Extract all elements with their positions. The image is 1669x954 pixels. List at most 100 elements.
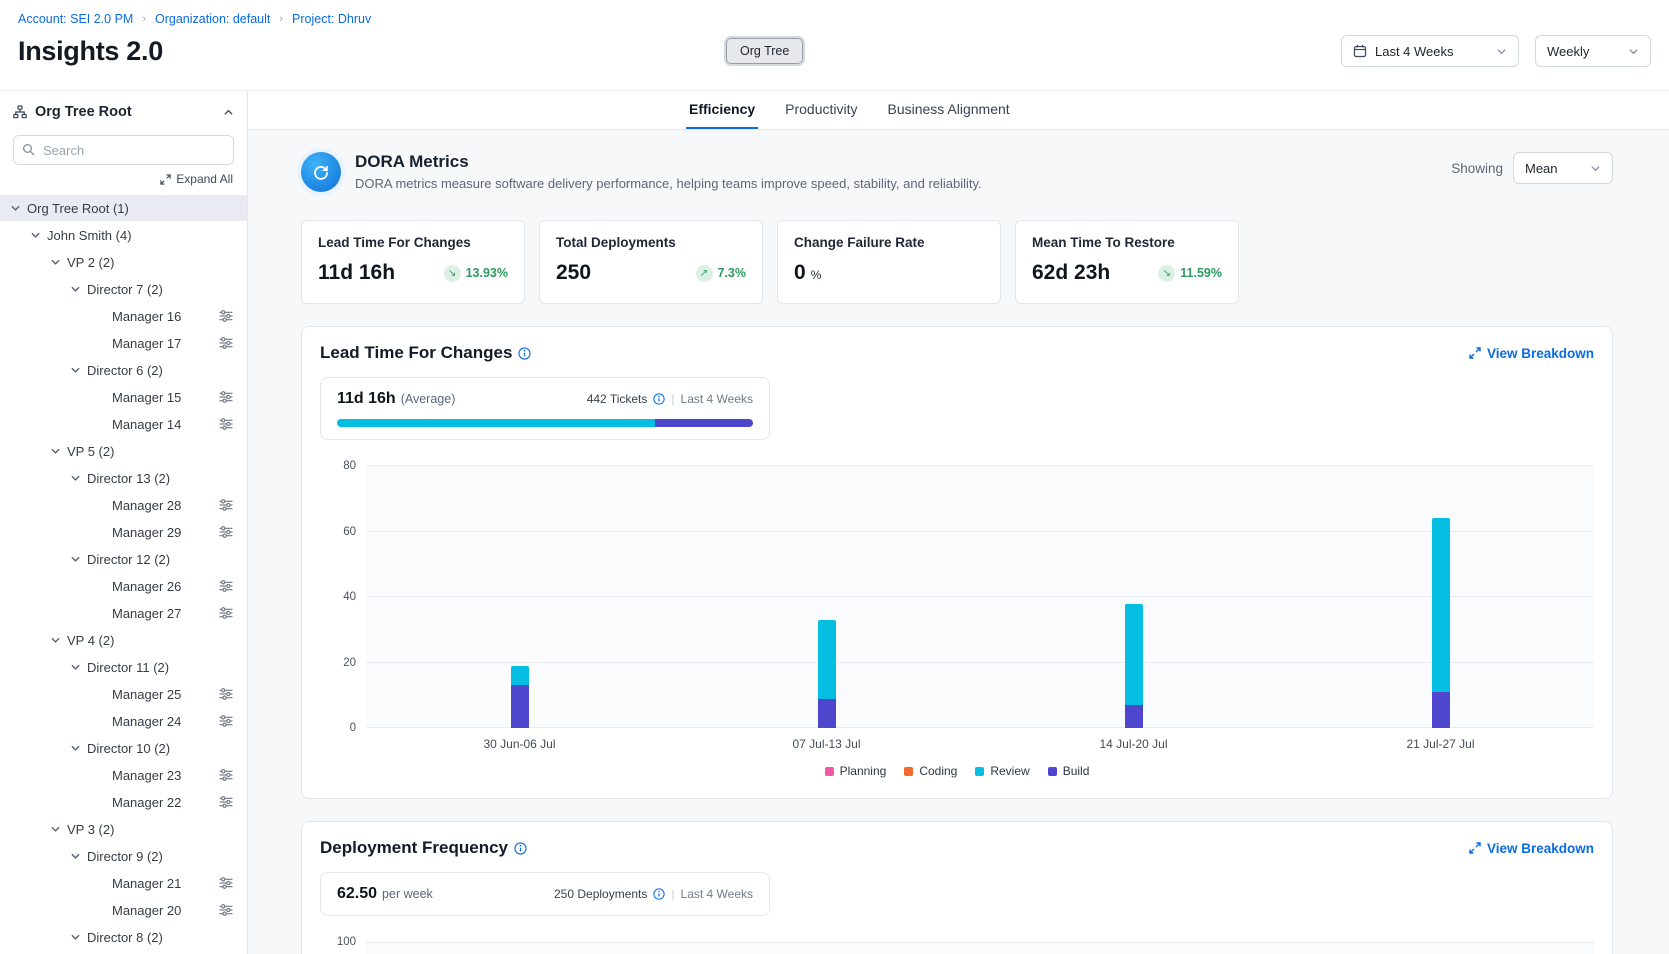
filter-icon[interactable] — [219, 769, 233, 781]
tree-node-manager-16[interactable]: Manager 16 — [0, 303, 247, 329]
stacked-bar-30-jun-06-jul[interactable] — [511, 466, 529, 728]
legend-item-build[interactable]: Build — [1048, 764, 1090, 778]
tree-node-director-13-2[interactable]: Director 13 (2) — [0, 465, 247, 491]
filter-icon[interactable] — [219, 796, 233, 808]
info-icon[interactable] — [514, 842, 527, 855]
chevron-down-icon[interactable] — [70, 743, 82, 754]
tree-node-director-9-2[interactable]: Director 9 (2) — [0, 843, 247, 869]
filter-icon[interactable] — [219, 310, 233, 322]
metric-value: 11d 16h — [318, 261, 395, 285]
tree-node-label: VP 3 (2) — [67, 822, 114, 837]
tree-node-manager-14[interactable]: Manager 14 — [0, 411, 247, 437]
tab-productivity[interactable]: Productivity — [782, 91, 860, 129]
tree-node-manager-25[interactable]: Manager 25 — [0, 681, 247, 707]
showing-select[interactable]: Mean — [1513, 152, 1613, 184]
date-range-select[interactable]: Last 4 Weeks — [1341, 35, 1519, 67]
tree-node-manager-23[interactable]: Manager 23 — [0, 762, 247, 788]
deployment-rate-value: 62.50 — [337, 885, 377, 903]
filter-icon[interactable] — [219, 526, 233, 538]
filter-icon[interactable] — [219, 715, 233, 727]
deployment-view-breakdown-button[interactable]: View Breakdown — [1469, 841, 1594, 856]
filter-icon[interactable] — [219, 607, 233, 619]
stacked-bar-14-jul-20-jul[interactable] — [1125, 466, 1143, 728]
tree-node-manager-21[interactable]: Manager 21 — [0, 870, 247, 896]
dora-sync-icon — [301, 152, 341, 192]
breadcrumb-link-account-sei-2-0-pm[interactable]: Account: SEI 2.0 PM — [18, 12, 133, 26]
chevron-down-icon[interactable] — [70, 932, 82, 943]
tree-node-vp-2-2[interactable]: VP 2 (2) — [0, 249, 247, 275]
trend-percent: 11.59% — [1180, 266, 1222, 280]
chevron-down-icon[interactable] — [70, 473, 82, 484]
chevron-down-icon[interactable] — [70, 554, 82, 565]
filter-icon[interactable] — [219, 877, 233, 889]
interval-value: Weekly — [1547, 44, 1620, 59]
chevron-down-icon[interactable] — [70, 851, 82, 862]
filter-icon[interactable] — [219, 391, 233, 403]
tree-node-john-smith-4[interactable]: John Smith (4) — [0, 222, 247, 248]
content: DORA Metrics DORA metrics measure softwa… — [248, 130, 1669, 954]
breadcrumb-link-project-dhruv[interactable]: Project: Dhruv — [292, 12, 371, 26]
legend-item-planning[interactable]: Planning — [825, 764, 887, 778]
chevron-down-icon[interactable] — [70, 365, 82, 376]
tree-node-org-tree-root-1[interactable]: Org Tree Root (1) — [0, 195, 247, 221]
stacked-bar-21-jul-27-jul[interactable] — [1432, 466, 1450, 728]
filter-icon[interactable] — [219, 688, 233, 700]
filter-icon[interactable] — [219, 499, 233, 511]
tree-node-manager-15[interactable]: Manager 15 — [0, 384, 247, 410]
metric-title: Mean Time To Restore — [1032, 235, 1222, 250]
tree-node-vp-3-2[interactable]: VP 3 (2) — [0, 816, 247, 842]
filter-icon[interactable] — [219, 580, 233, 592]
collapse-sidebar-chevron-icon[interactable] — [223, 107, 234, 118]
tree-node-director-8-2[interactable]: Director 8 (2) — [0, 924, 247, 950]
tree-node-manager-20[interactable]: Manager 20 — [0, 897, 247, 923]
expand-all-button[interactable]: Expand All — [160, 172, 233, 186]
gridline — [366, 942, 1594, 943]
tree-node-vp-4-2[interactable]: VP 4 (2) — [0, 627, 247, 653]
tree-node-director-6-2[interactable]: Director 6 (2) — [0, 357, 247, 383]
bar-segment-review — [511, 666, 529, 686]
tree-node-director-7-2[interactable]: Director 7 (2) — [0, 276, 247, 302]
tree-node-label: Manager 20 — [112, 903, 181, 918]
filter-icon[interactable] — [219, 418, 233, 430]
tree-node-manager-28[interactable]: Manager 28 — [0, 492, 247, 518]
tree-node-manager-22[interactable]: Manager 22 — [0, 789, 247, 815]
tree-node-manager-27[interactable]: Manager 27 — [0, 600, 247, 626]
chevron-down-icon[interactable] — [50, 446, 62, 457]
expand-all-label: Expand All — [176, 172, 233, 186]
tree-node-manager-17[interactable]: Manager 17 — [0, 330, 247, 356]
chevron-down-icon[interactable] — [50, 635, 62, 646]
dora-metric-cards: Lead Time For Changes11d 16h↘13.93%Total… — [301, 220, 1613, 304]
stacked-bar-07-jul-13-jul[interactable] — [818, 466, 836, 728]
chevron-down-icon[interactable] — [50, 824, 62, 835]
search-input[interactable] — [13, 135, 234, 165]
info-icon[interactable] — [653, 888, 665, 900]
chevron-down-icon[interactable] — [10, 203, 22, 214]
filter-icon[interactable] — [219, 904, 233, 916]
lead-time-plot: 020406080 — [366, 466, 1594, 728]
tree-node-vp-5-2[interactable]: VP 5 (2) — [0, 438, 247, 464]
info-icon[interactable] — [518, 347, 531, 360]
legend-item-review[interactable]: Review — [975, 764, 1029, 778]
tree-node-director-11-2[interactable]: Director 11 (2) — [0, 654, 247, 680]
tab-business-alignment[interactable]: Business Alignment — [885, 91, 1013, 129]
legend-item-coding[interactable]: Coding — [904, 764, 957, 778]
lead-time-view-breakdown-button[interactable]: View Breakdown — [1469, 346, 1594, 361]
chevron-down-icon[interactable] — [70, 284, 82, 295]
breadcrumb-link-organization-default[interactable]: Organization: default — [155, 12, 270, 26]
chevron-down-icon[interactable] — [50, 257, 62, 268]
trend-percent: 13.93% — [466, 266, 508, 280]
tree-node-director-12-2[interactable]: Director 12 (2) — [0, 546, 247, 572]
tree-node-manager-29[interactable]: Manager 29 — [0, 519, 247, 545]
chevron-down-icon[interactable] — [30, 230, 42, 241]
info-icon[interactable] — [653, 393, 665, 405]
tree-node-manager-26[interactable]: Manager 26 — [0, 573, 247, 599]
interval-select[interactable]: Weekly — [1535, 35, 1651, 67]
tab-efficiency[interactable]: Efficiency — [686, 91, 758, 129]
tabs: Efficiency Productivity Business Alignment — [248, 91, 1669, 130]
org-tree-button[interactable]: Org Tree — [726, 38, 803, 64]
metric-value: 250 — [556, 261, 591, 285]
tree-node-manager-24[interactable]: Manager 24 — [0, 708, 247, 734]
filter-icon[interactable] — [219, 337, 233, 349]
chevron-down-icon[interactable] — [70, 662, 82, 673]
tree-node-director-10-2[interactable]: Director 10 (2) — [0, 735, 247, 761]
